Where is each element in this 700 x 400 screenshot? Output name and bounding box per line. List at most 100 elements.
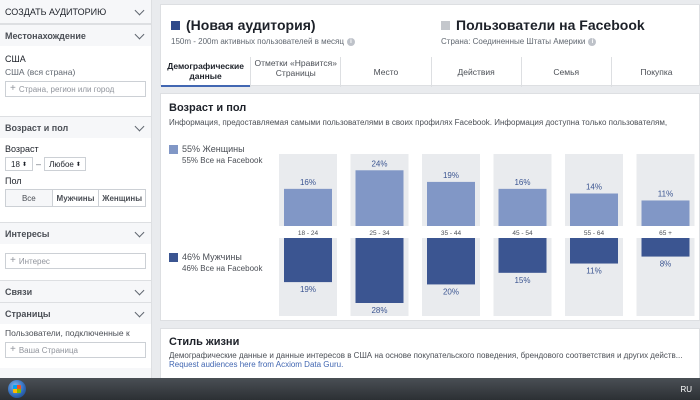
acxiom-link[interactable]: Request audiences here from Acxiom Data … [161, 360, 699, 369]
women-label: 55% Женщины [182, 144, 245, 154]
age-category-label: 45 - 54 [512, 230, 533, 237]
interests-section-header[interactable]: Интересы [0, 222, 151, 244]
men-bar-label: 19% [300, 285, 316, 294]
interests-section: + Интерес [0, 244, 151, 280]
insights-tabs: Демографические данные Отметки «Нравится… [161, 57, 700, 87]
women-bar[interactable] [284, 188, 332, 226]
age-category-label: 25 - 34 [369, 230, 390, 237]
gender-toggle: Все Мужчины Женщины [5, 189, 146, 207]
sidebar-header: СОЗДАТЬ АУДИТОРИЮ [0, 0, 151, 24]
men-bar-label: 28% [371, 306, 387, 315]
age-gender-section-header[interactable]: Возраст и пол [0, 116, 151, 138]
audience-size: 150m - 200m активных пользователей в мес… [171, 37, 344, 46]
info-icon[interactable]: i [346, 37, 355, 46]
tab-page-likes[interactable]: Отметки «Нравится» Страницы [250, 57, 340, 87]
section-label: Местонахождение [5, 30, 86, 41]
men-legend: 46% Мужчины 46% Все на Facebook [169, 252, 269, 274]
age-gender-section: Возраст 18 ⬍ – Любое ⬍ Пол Все Мужчины Ж… [0, 138, 151, 222]
men-bar[interactable] [355, 238, 404, 303]
location-input[interactable]: + Страна, регион или город [5, 81, 146, 97]
info-icon[interactable]: i [588, 37, 597, 46]
input-placeholder: Интерес [18, 256, 50, 266]
updown-icon: ⬍ [75, 161, 81, 168]
age-label: Возраст [5, 144, 39, 154]
men-bar-label: 8% [660, 260, 672, 269]
chevron-down-icon [134, 29, 145, 39]
lifestyle-panel: Стиль жизни Демографические данные и дан… [160, 328, 700, 378]
tab-household[interactable]: Семья [520, 57, 611, 87]
connected-pages-label: Пользователи, подключенные к [5, 328, 130, 338]
men-bar[interactable] [427, 238, 475, 285]
sidebar-title: СОЗДАТЬ АУДИТОРИЮ [5, 6, 107, 17]
women-bar[interactable] [570, 193, 618, 227]
audience-title: (Новая аудитория) [186, 17, 316, 33]
audience-color-swatch [171, 20, 180, 30]
audience-insights-main: (Новая аудитория) 150m - 200m активных п… [160, 4, 700, 378]
age-to-select[interactable]: Любое ⬍ [44, 157, 87, 171]
section-label: Возраст и пол [5, 122, 69, 133]
input-placeholder: Страна, регион или город [18, 84, 115, 94]
audience-header: (Новая аудитория) 150m - 200m активных п… [160, 4, 700, 87]
page-input[interactable]: + Ваша Страница [5, 342, 146, 358]
women-bar-label: 11% [658, 189, 673, 198]
age-category-label: 55 - 64 [584, 230, 605, 237]
men-bar-label: 20% [443, 287, 459, 296]
women-bar[interactable] [427, 181, 475, 226]
women-bar-label: 16% [514, 178, 530, 187]
women-bar-label: 16% [300, 178, 316, 187]
input-placeholder: Ваша Страница [18, 345, 78, 355]
location-section: США США (вся страна) + Страна, регион ил… [0, 46, 151, 116]
women-bar-label: 24% [371, 159, 387, 168]
section-label: Связи [5, 286, 33, 297]
age-range: 18 ⬍ – Любое ⬍ [5, 157, 146, 171]
men-bar[interactable] [498, 238, 547, 273]
women-bar[interactable] [641, 200, 690, 226]
chevron-down-icon [134, 227, 145, 237]
chevron-down-icon [134, 121, 145, 131]
age-category-label: 18 - 24 [298, 230, 319, 237]
plus-icon: + [10, 344, 16, 355]
age-dash: – [36, 159, 42, 169]
compare-subtitle: Страна: Соединенные Штаты Америки [441, 37, 586, 46]
women-baseline: 55% Все на Facebook [182, 156, 263, 165]
gender-men-button[interactable]: Мужчины [52, 190, 100, 206]
men-bar[interactable] [641, 238, 690, 257]
panel-title: Стиль жизни [169, 336, 240, 348]
age-to-value: Любое [49, 159, 74, 169]
interest-input[interactable]: + Интерес [5, 253, 146, 269]
plus-icon: + [10, 255, 16, 266]
os-taskbar: RU [0, 378, 700, 400]
chevron-down-icon [134, 307, 145, 317]
tab-activity[interactable]: Действия [430, 57, 521, 87]
start-button-icon[interactable] [8, 380, 26, 398]
chevron-down-icon [134, 285, 145, 295]
men-label: 46% Мужчины [182, 252, 242, 262]
tab-demographics[interactable]: Демографические данные [161, 57, 251, 87]
language-indicator[interactable]: RU [680, 385, 692, 394]
men-baseline: 46% Все на Facebook [182, 264, 263, 273]
women-bar[interactable] [355, 170, 404, 226]
women-bar-label: 14% [586, 183, 602, 192]
connected-pages-section: Пользователи, подключенные к + Ваша Стра… [0, 324, 151, 368]
chevron-down-icon[interactable] [134, 5, 145, 15]
tab-purchase[interactable]: Покупка [610, 57, 700, 87]
compare-title: Пользователи на Facebook [456, 17, 645, 33]
age-from-value: 18 [11, 159, 20, 169]
age-category-label: 65 + [659, 230, 672, 237]
men-bar[interactable] [284, 238, 332, 283]
connections-section-header[interactable]: Связи [0, 280, 151, 302]
audience-sidebar: СОЗДАТЬ АУДИТОРИЮ Местонахождение США СШ… [0, 0, 152, 378]
location-section-header[interactable]: Местонахождение [0, 24, 151, 46]
men-bar[interactable] [570, 238, 618, 264]
women-bar-label: 19% [443, 171, 459, 180]
tab-location[interactable]: Место [340, 57, 430, 87]
gender-label: Пол [5, 176, 22, 186]
gender-all-button[interactable]: Все [6, 190, 53, 206]
panel-description: Демографические данные и данные интересо… [169, 351, 683, 360]
women-bar[interactable] [498, 188, 547, 226]
gender-women-button[interactable]: Женщины [99, 190, 146, 206]
updown-icon: ⬍ [21, 161, 27, 168]
men-swatch [169, 252, 178, 262]
age-from-select[interactable]: 18 ⬍ [5, 157, 33, 171]
pages-section-header[interactable]: Страницы [0, 302, 151, 324]
